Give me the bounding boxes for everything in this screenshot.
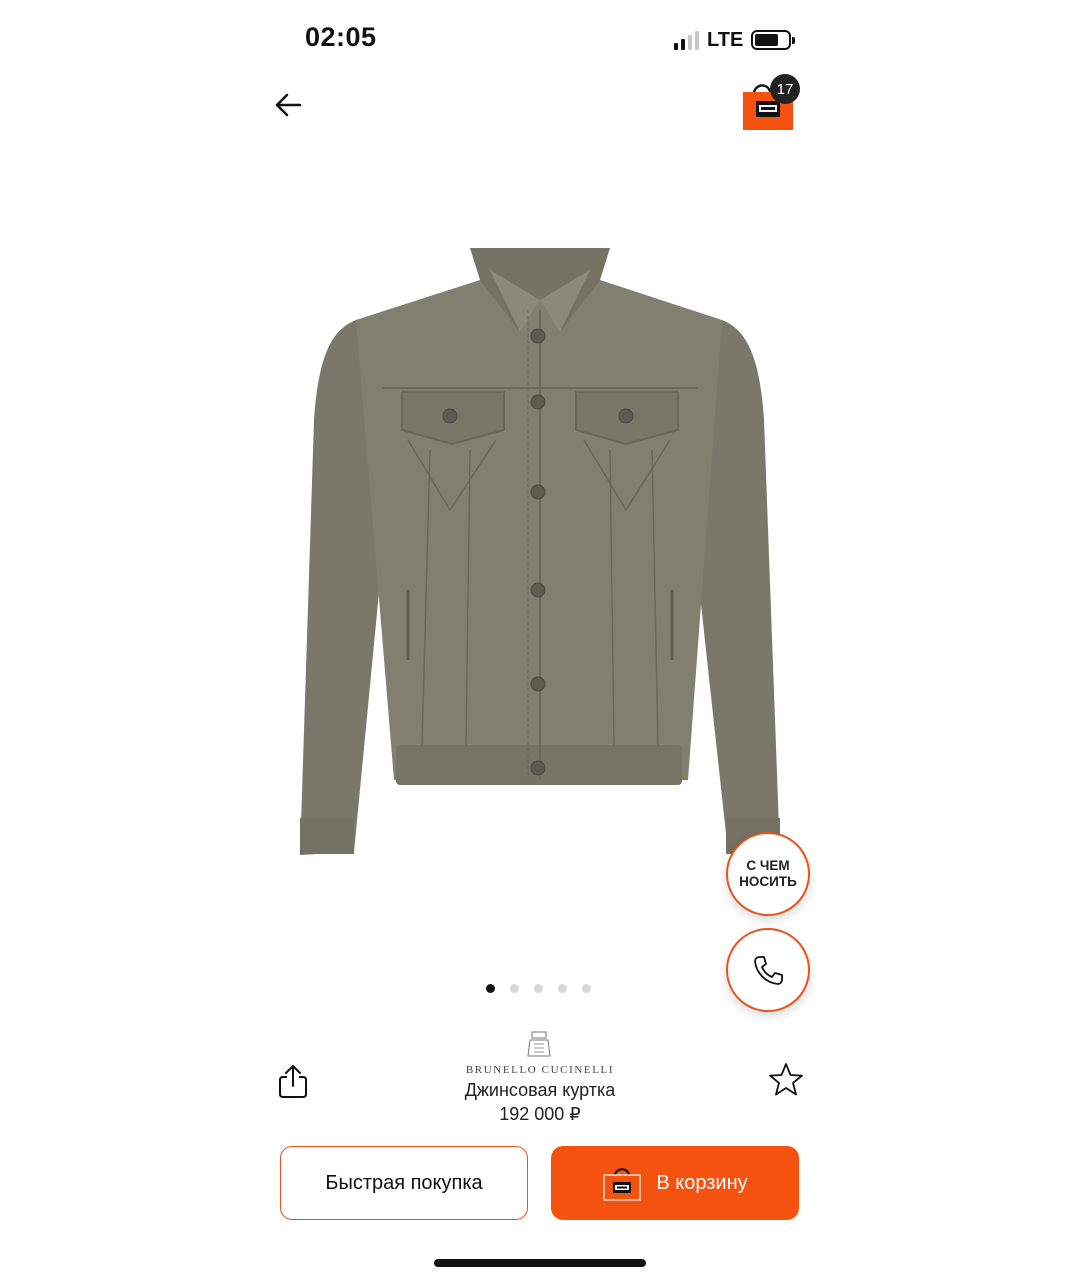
pagination-dot[interactable] — [486, 984, 495, 993]
home-indicator[interactable] — [434, 1259, 646, 1267]
pagination-dot[interactable] — [534, 984, 543, 993]
pagination-dot[interactable] — [558, 984, 567, 993]
status-time: 02:05 — [305, 22, 377, 52]
add-to-cart-button[interactable]: В корзину — [551, 1146, 799, 1220]
arrow-left-icon — [275, 93, 302, 117]
signal-icon — [674, 30, 699, 50]
battery-icon — [751, 30, 796, 50]
shopping-bag-icon — [603, 1168, 641, 1201]
what-to-wear-label-line1: С ЧЕМ — [746, 858, 790, 873]
back-button[interactable] — [268, 84, 312, 128]
brand-name[interactable]: BRUNELLO CUCINELLI — [440, 1064, 640, 1076]
add-to-cart-label: В корзину — [656, 1171, 748, 1194]
product-price: 192 000 ₽ — [499, 1104, 581, 1124]
favorite-button[interactable] — [766, 1060, 806, 1100]
call-button[interactable] — [726, 928, 810, 1012]
what-to-wear-label-line2: НОСИТЬ — [739, 874, 797, 889]
phone-icon — [754, 956, 783, 985]
what-to-wear-button[interactable]: С ЧЕМ НОСИТЬ — [726, 832, 810, 916]
product-screen: 02:05 LTE 17 С ЧЕМ НОСИТЬ BRUNELLO CUCIN… — [0, 0, 1080, 1280]
pagination-dot[interactable] — [510, 984, 519, 993]
image-pagination — [486, 984, 591, 993]
quick-buy-button[interactable]: Быстрая покупка — [280, 1146, 528, 1220]
product-image[interactable] — [290, 240, 790, 860]
share-icon — [279, 1065, 307, 1098]
star-icon — [769, 1063, 803, 1096]
brand-logo-icon — [527, 1031, 551, 1057]
product-title: Джинсовая куртка — [464, 1080, 616, 1100]
pagination-dot[interactable] — [582, 984, 591, 993]
share-button[interactable] — [274, 1062, 312, 1100]
network-label: LTE — [707, 28, 744, 51]
jacket-image — [300, 248, 780, 855]
cart-count-badge: 17 — [770, 74, 800, 104]
status-indicators: LTE — [674, 26, 796, 54]
